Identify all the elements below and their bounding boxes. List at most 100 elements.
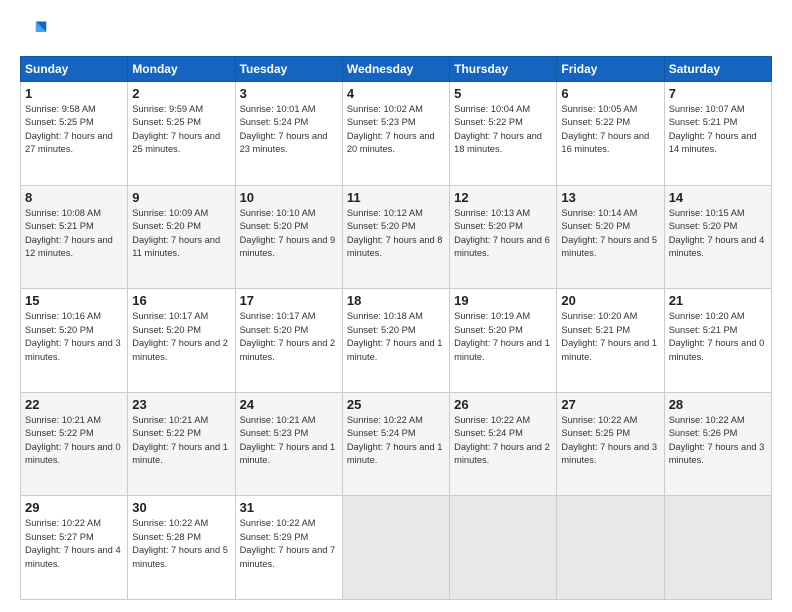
day-number: 27 [561,397,659,412]
calendar-day-cell: 17 Sunrise: 10:17 AMSunset: 5:20 PMDaylig… [235,289,342,393]
calendar-week-row: 29 Sunrise: 10:22 AMSunset: 5:27 PMDaylig… [21,496,772,600]
calendar-day-cell: 30 Sunrise: 10:22 AMSunset: 5:28 PMDaylig… [128,496,235,600]
calendar-day-cell: 31 Sunrise: 10:22 AMSunset: 5:29 PMDaylig… [235,496,342,600]
calendar-week-row: 15 Sunrise: 10:16 AMSunset: 5:20 PMDaylig… [21,289,772,393]
day-number: 22 [25,397,123,412]
calendar-day-cell: 7 Sunrise: 10:07 AMSunset: 5:21 PMDayligh… [664,82,771,186]
day-number: 18 [347,293,445,308]
day-number: 29 [25,500,123,515]
day-info: Sunrise: 10:20 AMSunset: 5:21 PMDaylight… [669,310,767,364]
day-info: Sunrise: 10:12 AMSunset: 5:20 PMDaylight… [347,207,445,261]
day-number: 10 [240,190,338,205]
calendar-day-cell: 4Sunrise: 10:02 AMSunset: 5:23 PMDayligh… [342,82,449,186]
calendar-day-cell: 2 Sunrise: 9:59 AMSunset: 5:25 PMDaylight… [128,82,235,186]
day-info: Sunrise: 10:13 AMSunset: 5:20 PMDaylight… [454,207,552,261]
calendar-day-cell: 8 Sunrise: 10:08 AMSunset: 5:21 PMDayligh… [21,185,128,289]
day-number: 19 [454,293,552,308]
calendar-header-sunday: Sunday [21,57,128,82]
day-info: Sunrise: 10:15 AMSunset: 5:20 PMDaylight… [669,207,767,261]
day-info: Sunrise: 10:21 AMSunset: 5:22 PMDaylight… [25,414,123,468]
day-number: 15 [25,293,123,308]
day-number: 17 [240,293,338,308]
day-number: 31 [240,500,338,515]
day-info: Sunrise: 10:22 AMSunset: 5:24 PMDaylight… [454,414,552,468]
day-number: 6 [561,86,659,101]
calendar-day-cell: 21 Sunrise: 10:20 AMSunset: 5:21 PMDaylig… [664,289,771,393]
calendar-header-saturday: Saturday [664,57,771,82]
calendar-day-cell: 28Sunrise: 10:22 AMSunset: 5:26 PMDaylig… [664,392,771,496]
calendar-week-row: 1 Sunrise: 9:58 AMSunset: 5:25 PMDaylight… [21,82,772,186]
day-info: Sunrise: 10:22 AMSunset: 5:25 PMDaylight… [561,414,659,468]
calendar-day-cell: 27 Sunrise: 10:22 AMSunset: 5:25 PMDaylig… [557,392,664,496]
day-number: 30 [132,500,230,515]
day-info: Sunrise: 9:58 AMSunset: 5:25 PMDaylight:… [25,103,123,157]
calendar-header-row: SundayMondayTuesdayWednesdayThursdayFrid… [21,57,772,82]
day-info: Sunrise: 10:22 AMSunset: 5:29 PMDaylight… [240,517,338,571]
day-info: Sunrise: 10:17 AMSunset: 5:20 PMDaylight… [132,310,230,364]
day-info: Sunrise: 10:05 AMSunset: 5:22 PMDaylight… [561,103,659,157]
calendar-day-cell: 18Sunrise: 10:18 AMSunset: 5:20 PMDaylig… [342,289,449,393]
calendar-day-cell: 22 Sunrise: 10:21 AMSunset: 5:22 PMDaylig… [21,392,128,496]
header [20,18,772,46]
calendar-day-cell: 24 Sunrise: 10:21 AMSunset: 5:23 PMDaylig… [235,392,342,496]
calendar-day-cell [664,496,771,600]
calendar-header-thursday: Thursday [450,57,557,82]
day-number: 16 [132,293,230,308]
calendar-header-wednesday: Wednesday [342,57,449,82]
day-info: Sunrise: 10:22 AMSunset: 5:27 PMDaylight… [25,517,123,571]
day-number: 26 [454,397,552,412]
day-info: Sunrise: 10:17 AMSunset: 5:20 PMDaylight… [240,310,338,364]
day-number: 5 [454,86,552,101]
day-number: 20 [561,293,659,308]
page: SundayMondayTuesdayWednesdayThursdayFrid… [0,0,792,612]
calendar-header-friday: Friday [557,57,664,82]
day-info: Sunrise: 10:10 AMSunset: 5:20 PMDaylight… [240,207,338,261]
calendar-day-cell: 10 Sunrise: 10:10 AMSunset: 5:20 PMDaylig… [235,185,342,289]
day-info: Sunrise: 10:21 AMSunset: 5:23 PMDaylight… [240,414,338,468]
day-info: Sunrise: 10:08 AMSunset: 5:21 PMDaylight… [25,207,123,261]
calendar-day-cell: 13Sunrise: 10:14 AMSunset: 5:20 PMDaylig… [557,185,664,289]
day-info: Sunrise: 10:16 AMSunset: 5:20 PMDaylight… [25,310,123,364]
day-info: Sunrise: 10:20 AMSunset: 5:21 PMDaylight… [561,310,659,364]
day-number: 23 [132,397,230,412]
calendar-day-cell: 23 Sunrise: 10:21 AMSunset: 5:22 PMDaylig… [128,392,235,496]
day-number: 7 [669,86,767,101]
day-number: 9 [132,190,230,205]
calendar-day-cell: 29 Sunrise: 10:22 AMSunset: 5:27 PMDaylig… [21,496,128,600]
day-info: Sunrise: 10:07 AMSunset: 5:21 PMDaylight… [669,103,767,157]
day-info: Sunrise: 10:01 AMSunset: 5:24 PMDaylight… [240,103,338,157]
calendar-day-cell: 11 Sunrise: 10:12 AMSunset: 5:20 PMDaylig… [342,185,449,289]
calendar-day-cell: 1 Sunrise: 9:58 AMSunset: 5:25 PMDaylight… [21,82,128,186]
day-number: 11 [347,190,445,205]
day-number: 24 [240,397,338,412]
calendar-day-cell: 16 Sunrise: 10:17 AMSunset: 5:20 PMDaylig… [128,289,235,393]
calendar-day-cell: 14Sunrise: 10:15 AMSunset: 5:20 PMDaylig… [664,185,771,289]
day-info: Sunrise: 10:22 AMSunset: 5:28 PMDaylight… [132,517,230,571]
day-number: 1 [25,86,123,101]
calendar-day-cell: 15 Sunrise: 10:16 AMSunset: 5:20 PMDaylig… [21,289,128,393]
day-number: 21 [669,293,767,308]
calendar-day-cell: 20 Sunrise: 10:20 AMSunset: 5:21 PMDaylig… [557,289,664,393]
calendar-header-tuesday: Tuesday [235,57,342,82]
calendar-day-cell: 26 Sunrise: 10:22 AMSunset: 5:24 PMDaylig… [450,392,557,496]
day-info: Sunrise: 9:59 AMSunset: 5:25 PMDaylight:… [132,103,230,157]
calendar-day-cell: 19 Sunrise: 10:19 AMSunset: 5:20 PMDaylig… [450,289,557,393]
day-number: 2 [132,86,230,101]
day-number: 4 [347,86,445,101]
day-number: 12 [454,190,552,205]
calendar-week-row: 8 Sunrise: 10:08 AMSunset: 5:21 PMDayligh… [21,185,772,289]
calendar-day-cell: 25 Sunrise: 10:22 AMSunset: 5:24 PMDaylig… [342,392,449,496]
day-number: 13 [561,190,659,205]
day-number: 3 [240,86,338,101]
day-number: 8 [25,190,123,205]
day-number: 25 [347,397,445,412]
calendar-day-cell: 6 Sunrise: 10:05 AMSunset: 5:22 PMDayligh… [557,82,664,186]
day-info: Sunrise: 10:21 AMSunset: 5:22 PMDaylight… [132,414,230,468]
day-info: Sunrise: 10:22 AMSunset: 5:24 PMDaylight… [347,414,445,468]
day-info: Sunrise: 10:09 AMSunset: 5:20 PMDaylight… [132,207,230,261]
logo-icon [20,18,48,46]
logo [20,18,52,46]
day-info: Sunrise: 10:22 AMSunset: 5:26 PMDaylight… [669,414,767,468]
calendar-day-cell: 12 Sunrise: 10:13 AMSunset: 5:20 PMDaylig… [450,185,557,289]
day-info: Sunrise: 10:19 AMSunset: 5:20 PMDaylight… [454,310,552,364]
